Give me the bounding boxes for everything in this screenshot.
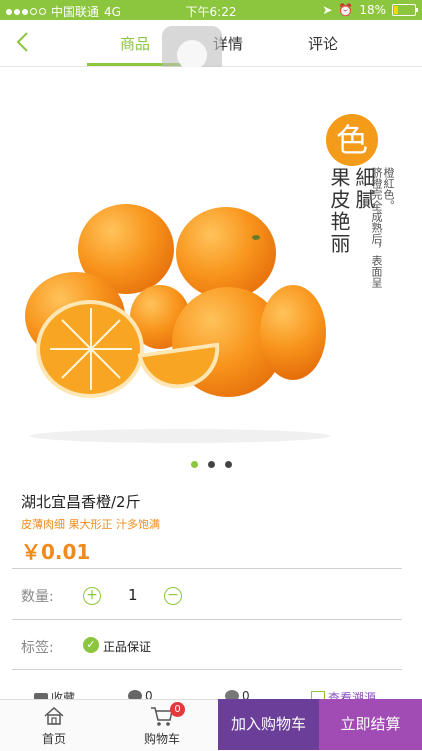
add-to-cart-button[interactable]: 加入购物车: [218, 699, 319, 750]
quantity-decrease-button[interactable]: −: [164, 587, 182, 605]
pager-dot[interactable]: [224, 461, 232, 468]
quantity-label: 数量:: [21, 589, 54, 605]
quantity-increase-button[interactable]: +: [83, 587, 101, 605]
tag-genuine: 正品保证: [103, 640, 152, 654]
tab-review[interactable]: 评论: [308, 33, 338, 54]
location-icon: ➤: [322, 3, 333, 17]
cart-tab[interactable]: 购物车 0: [130, 700, 194, 751]
pager-dot[interactable]: [207, 461, 215, 468]
hero-text-col-4: 橙紅色。: [382, 167, 395, 211]
product-subtitle: 皮薄肉细 果大形正 汁多饱满: [21, 518, 160, 531]
status-right: ➤ ⏰ 18%: [322, 3, 418, 17]
check-icon: ✓: [83, 637, 99, 653]
cart-count-badge: 0: [170, 702, 185, 717]
product-price: ￥0.01: [21, 540, 91, 564]
product-title: 湖北宜昌香橙/2斤: [21, 493, 141, 511]
pager-dot[interactable]: [190, 461, 198, 468]
color-badge: 色: [326, 114, 378, 166]
divider: [12, 669, 402, 670]
cart-label: 购物车: [143, 732, 180, 746]
divider: [12, 619, 402, 620]
carousel-pager: [0, 461, 422, 468]
alarm-icon: ⏰: [338, 3, 354, 17]
tab-product[interactable]: 商品: [120, 33, 150, 54]
back-icon[interactable]: [12, 30, 36, 54]
top-nav: 商品 详情 评论: [0, 20, 422, 84]
tags-label: 标签:: [21, 640, 54, 656]
divider: [12, 568, 402, 569]
orange-image: [176, 207, 276, 299]
status-bar: 中国联通 4G 下午6:22 ➤ ⏰ 18%: [0, 0, 422, 20]
battery-percent: 18%: [359, 3, 386, 17]
orange-stem: [252, 235, 260, 240]
home-icon: [44, 706, 64, 725]
home-tab[interactable]: 首页: [22, 700, 86, 751]
quantity-value[interactable]: 1: [128, 586, 138, 604]
image-shadow: [30, 429, 330, 443]
product-image-carousel[interactable]: 色 果皮艳丽 細膩 脐橙完全成熟后，表面呈 橙紅色。: [0, 67, 422, 447]
buy-now-button[interactable]: 立即结算: [319, 699, 422, 750]
orange-slice-image: [36, 300, 144, 398]
home-label: 首页: [41, 732, 66, 746]
orange-image: [260, 285, 326, 380]
battery-icon: [392, 4, 418, 16]
